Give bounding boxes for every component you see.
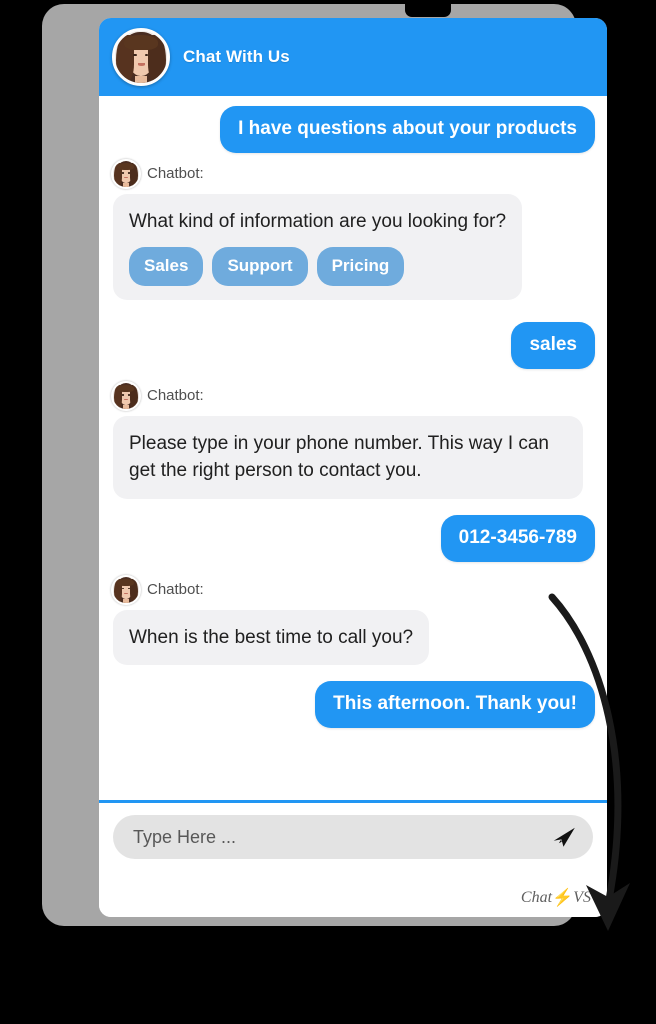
message-input[interactable]	[133, 826, 541, 848]
chat-header-title: Chat With Us	[183, 47, 290, 66]
bot-name-label: Chatbot:	[147, 581, 204, 599]
bot-message-bubble: Please type in your phone number. This w…	[113, 415, 583, 499]
message-row-user: This afternoon. Thank you!	[111, 681, 595, 729]
bot-message-text: What kind of information are you looking…	[129, 210, 507, 232]
screenshot-stage: Chat With Us I have questions about your…	[0, 0, 656, 1024]
message-row-bot: Chatbot: Please type in your phone numbe…	[111, 380, 595, 499]
bot-meta: Chatbot:	[111, 380, 204, 411]
user-message-bubble: I have questions about your products	[220, 106, 595, 153]
chat-header: Chat With Us	[99, 18, 607, 96]
quick-reply-pricing[interactable]: Pricing	[316, 247, 405, 286]
lightning-bolt-icon: ⚡	[552, 888, 574, 907]
message-row-user: sales	[111, 321, 595, 369]
bot-meta: Chatbot:	[111, 574, 204, 605]
device-frame: Chat With Us I have questions about your…	[42, 4, 607, 926]
bot-meta: Chatbot:	[111, 158, 204, 189]
quick-reply-sales[interactable]: Sales	[129, 247, 204, 286]
brand-suffix: VS	[573, 889, 591, 906]
bot-avatar-icon	[111, 380, 141, 411]
user-message-bubble: 012-3456-789	[440, 514, 595, 562]
user-message-bubble: sales	[511, 321, 595, 369]
bot-message-bubble: What kind of information are you looking…	[113, 193, 523, 300]
brand-prefix: Chat	[520, 889, 553, 906]
message-row-bot: Chatbot: When is the best time to call y…	[111, 574, 595, 666]
user-message-bubble: This afternoon. Thank you!	[315, 681, 595, 729]
bot-name-label: Chatbot:	[147, 165, 204, 183]
message-row-user: I have questions about your products	[111, 106, 595, 153]
device-notch	[405, 4, 451, 17]
chat-widget: Chat With Us I have questions about your…	[99, 18, 607, 917]
bot-avatar-icon	[111, 574, 141, 605]
message-input-wrap[interactable]	[113, 815, 593, 859]
bot-name-label: Chatbot:	[147, 387, 204, 405]
bot-message-bubble: When is the best time to call you?	[113, 609, 430, 666]
brand-logo: Chat ⚡ VS	[521, 888, 591, 908]
agent-avatar-icon	[112, 28, 170, 86]
message-list[interactable]: I have questions about your products Cha…	[99, 96, 607, 800]
message-row-user: 012-3456-789	[111, 514, 595, 562]
message-row-bot: Chatbot: What kind of information are yo…	[111, 158, 595, 300]
bot-avatar-icon	[111, 158, 141, 189]
quick-reply-support[interactable]: Support	[212, 247, 308, 286]
composer: Chat⚡VS	[99, 803, 607, 917]
paper-plane-send-icon[interactable]	[551, 824, 577, 850]
quick-reply-group: Sales Support Pricing	[129, 247, 506, 286]
